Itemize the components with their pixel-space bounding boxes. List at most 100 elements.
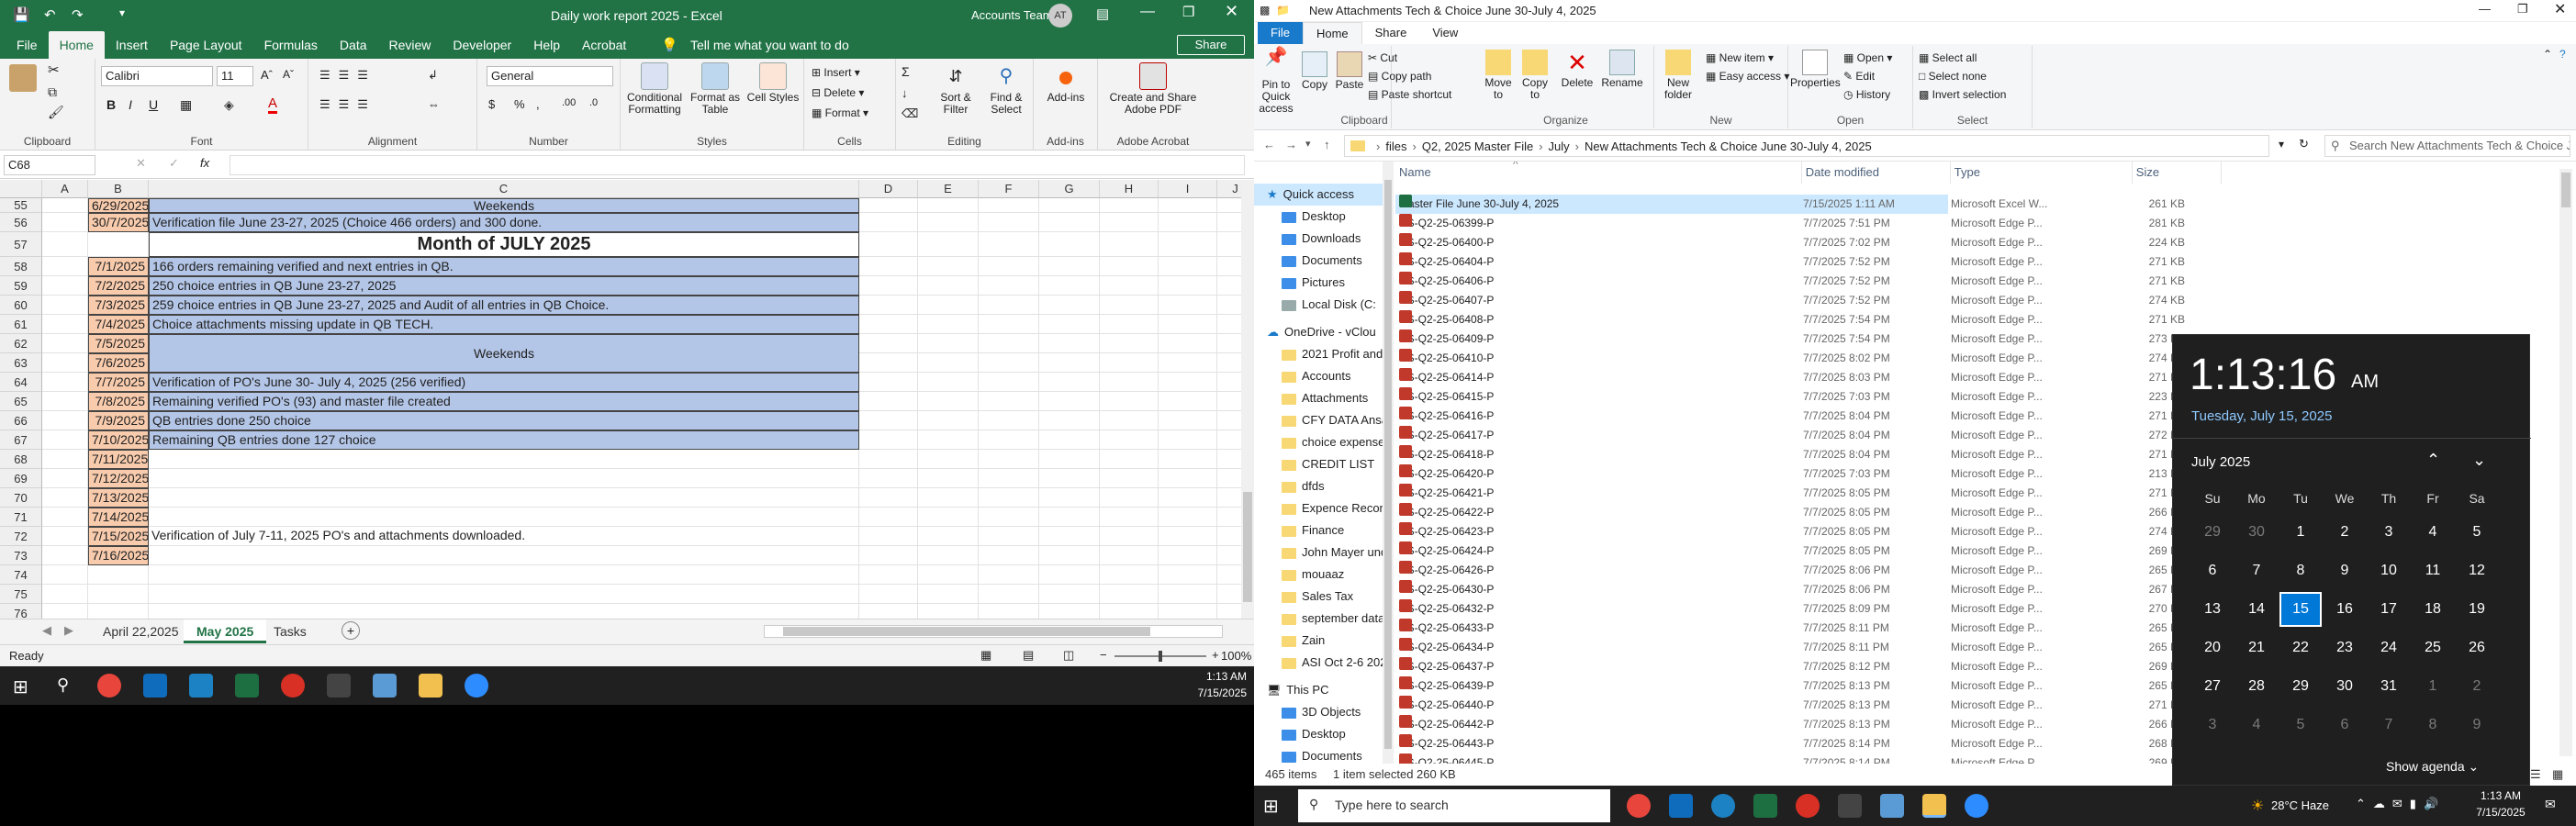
file-row[interactable]: US-Q2-25-06418-P 7/7/2025 8:04 PM xyxy=(1395,445,1948,464)
zoom-out-icon[interactable]: − xyxy=(1100,648,1107,662)
date-cell[interactable]: 7/2/2025 xyxy=(88,276,149,296)
worksheet-grid[interactable]: A B C D E F G H I J 55 6/29/2025 Weekends 56 30/7/2025… xyxy=(0,180,1254,619)
calendar-day[interactable]: 5 xyxy=(2279,708,2322,742)
task-cell[interactable] xyxy=(149,604,859,619)
prev-month-icon[interactable]: ⌃ xyxy=(2426,451,2440,470)
system-tray-icons[interactable]: ⌃☁✉▮🔊 xyxy=(2356,797,2446,811)
cell[interactable] xyxy=(1159,276,1217,296)
open-button[interactable]: ▦ Open ▾ xyxy=(1843,51,1892,64)
account-name[interactable]: Accounts Team xyxy=(971,8,1053,22)
cell[interactable] xyxy=(1100,546,1159,565)
column-header[interactable]: I xyxy=(1159,180,1217,198)
file-row[interactable]: US-Q2-25-06415-P 7/7/2025 7:03 PM xyxy=(1395,387,1948,407)
cell[interactable] xyxy=(1039,604,1100,619)
cell[interactable] xyxy=(859,213,918,232)
ribbon-display-icon[interactable]: ▤ xyxy=(1096,6,1109,22)
cell[interactable] xyxy=(918,488,979,508)
up-icon[interactable]: ↑ xyxy=(1324,138,1330,151)
cell[interactable] xyxy=(859,373,918,392)
breadcrumb-chevron-icon[interactable]: › xyxy=(1575,140,1579,153)
cell-styles-button[interactable]: Cell Styles xyxy=(745,62,801,104)
cell[interactable] xyxy=(42,232,88,257)
cell[interactable] xyxy=(1159,450,1217,469)
nav-item[interactable]: ★ Quick access xyxy=(1254,184,1383,206)
sheet-tab[interactable]: May 2025 xyxy=(184,620,267,643)
date-cell[interactable]: 6/29/2025 xyxy=(88,198,149,213)
file-row[interactable]: US-Q2-25-06414-P 7/7/2025 8:03 PM xyxy=(1395,368,1948,387)
cell[interactable] xyxy=(42,213,88,232)
date-cell[interactable]: 7/9/2025 xyxy=(88,411,149,430)
insert-cells-button[interactable]: ⊞ Insert ▾ xyxy=(812,66,860,79)
cell[interactable] xyxy=(979,213,1039,232)
zoom-icon[interactable] xyxy=(1965,794,1988,818)
edit-button[interactable]: ✎ Edit xyxy=(1843,70,1875,83)
clear-icon[interactable]: ⌫ xyxy=(902,106,918,121)
cell[interactable] xyxy=(42,296,88,315)
page-layout-icon[interactable]: ▤ xyxy=(1023,648,1034,663)
cell[interactable] xyxy=(918,198,979,213)
date-cell[interactable]: 7/13/2025 xyxy=(88,488,149,508)
calendar-day[interactable]: 24 xyxy=(2368,631,2410,665)
nav-item[interactable]: 🖥 This PC xyxy=(1267,679,1328,701)
nav-item[interactable]: Sales Tax xyxy=(1282,586,1353,608)
taskbar-clock-time[interactable]: 1:13 AM xyxy=(2466,789,2536,802)
task-cell[interactable]: Verification of PO's June 30- July 4, 20… xyxy=(149,373,859,392)
calendar-day[interactable]: 1 xyxy=(2412,669,2454,704)
cell[interactable] xyxy=(1159,527,1217,546)
cell[interactable] xyxy=(1039,430,1100,450)
next-sheet-icon[interactable]: ▶ xyxy=(64,623,73,638)
merge-center-icon[interactable]: ⇔ xyxy=(428,97,440,111)
move-to-button[interactable]: Move to xyxy=(1480,50,1517,101)
cell[interactable] xyxy=(859,546,918,565)
row-header[interactable]: 72 xyxy=(0,527,42,546)
tab-file[interactable]: File xyxy=(1258,22,1303,44)
calendar-day[interactable]: 2 xyxy=(2456,669,2498,704)
cell[interactable] xyxy=(42,585,88,604)
cell[interactable] xyxy=(1100,430,1159,450)
cell[interactable] xyxy=(42,373,88,392)
cell[interactable] xyxy=(1100,527,1159,546)
sheet-tab[interactable]: Tasks xyxy=(261,620,319,643)
cell[interactable] xyxy=(1159,565,1217,585)
cell[interactable] xyxy=(979,392,1039,411)
cell[interactable] xyxy=(1159,257,1217,276)
shrink-font-icon[interactable]: Aˇ xyxy=(283,68,294,81)
file-row[interactable]: US-Q2-25-06417-P 7/7/2025 8:04 PM xyxy=(1395,426,1948,445)
tab-view[interactable]: View xyxy=(1419,22,1471,44)
nav-item[interactable]: ☁ OneDrive - vClou xyxy=(1267,321,1376,343)
underline-icon[interactable]: U xyxy=(149,97,158,112)
calendar-day[interactable]: 22 xyxy=(2279,631,2322,665)
zoom-level[interactable]: 100% xyxy=(1221,649,1251,663)
row-header[interactable]: 76 xyxy=(0,604,42,619)
cell[interactable] xyxy=(1100,232,1159,257)
cell[interactable] xyxy=(1100,411,1159,430)
nav-item[interactable]: Attachments xyxy=(1282,387,1368,409)
restore-icon[interactable]: ❐ xyxy=(2517,2,2528,17)
row-header[interactable]: 64 xyxy=(0,373,42,392)
cell[interactable] xyxy=(42,508,88,527)
cell[interactable] xyxy=(979,373,1039,392)
cell[interactable] xyxy=(859,276,918,296)
new-sheet-icon[interactable]: + xyxy=(342,621,360,640)
cell[interactable] xyxy=(1039,334,1100,353)
scrollbar-thumb[interactable] xyxy=(1243,492,1252,602)
date-cell[interactable]: 7/5/2025 xyxy=(88,334,149,353)
app-icon[interactable] xyxy=(1838,794,1862,818)
format-table-button[interactable]: Format as Table xyxy=(687,62,744,116)
search-box[interactable]: ⚲ Search New Attachments Tech & Choice Ju… xyxy=(2324,135,2570,157)
cell[interactable] xyxy=(859,527,918,546)
cell[interactable] xyxy=(918,585,979,604)
file-row[interactable]: US-Q2-25-06445-P 7/7/2025 8:14 PM xyxy=(1395,753,1948,764)
task-cell[interactable]: QB entries done 250 choice xyxy=(149,411,859,430)
task-cell[interactable] xyxy=(149,508,859,527)
calendar-day[interactable]: 4 xyxy=(2412,515,2454,550)
zoom-icon[interactable] xyxy=(465,674,488,698)
nav-item[interactable]: John Mayer und xyxy=(1282,541,1387,564)
comma-icon[interactable]: , xyxy=(536,97,540,111)
currency-icon[interactable]: $ xyxy=(488,97,495,111)
undo-icon[interactable]: ↶ xyxy=(44,6,56,23)
cell[interactable] xyxy=(1100,450,1159,469)
cell[interactable] xyxy=(859,469,918,488)
date-cell[interactable]: 7/8/2025 xyxy=(88,392,149,411)
calendar-day[interactable]: 6 xyxy=(2324,708,2366,742)
